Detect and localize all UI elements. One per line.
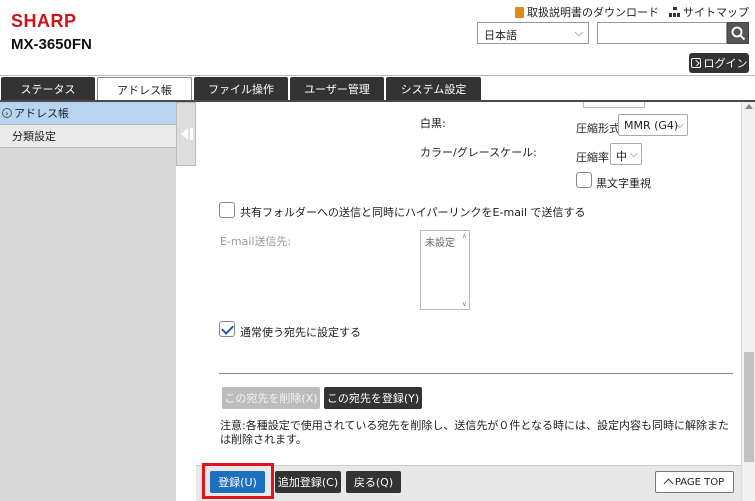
scroll-up-icon: ∧: [461, 232, 467, 240]
sharp-logo: SHARP: [11, 11, 77, 31]
email-dest-textarea[interactable]: 未設定 ∧ ∨: [420, 230, 470, 310]
note-text: 注意:各種設定で使用されている宛先を削除し、送信先が０件となる時には、設定内容も…: [220, 419, 730, 446]
sidebar-collapse-button[interactable]: [176, 102, 196, 166]
chevron-down-icon: ⌵: [574, 26, 583, 39]
main-scrollbar[interactable]: [741, 102, 755, 501]
email-dest-value: 未設定: [425, 238, 455, 249]
color-grayscale-label: カラー/グレースケール:: [420, 146, 537, 159]
sidebar-item-label: アドレス帳: [14, 107, 69, 120]
search-button[interactable]: [727, 22, 749, 44]
header: SHARP MX-3650FN 取扱説明書のダウンロード サイトマップ 日本語 …: [0, 0, 755, 76]
chevron-down-icon: ⌵: [629, 147, 638, 160]
search-input[interactable]: [597, 22, 727, 44]
page-top-label: PAGE TOP: [674, 476, 725, 488]
chevron-up-icon: [663, 478, 674, 489]
hyperlink-email-label: 共有フォルダーへの送信と同時にハイパーリンクをE-mail で送信する: [240, 206, 586, 219]
scroll-down-icon: ∨: [461, 300, 467, 308]
language-select[interactable]: 日本語 ⌵: [477, 22, 589, 44]
highlight-frame: [202, 463, 274, 499]
chevron-right-icon: ›: [2, 108, 12, 118]
scrollbar-thumb[interactable]: [744, 352, 754, 462]
hyperlink-email-checkbox[interactable]: [219, 202, 235, 218]
page-top-button[interactable]: PAGE TOP: [655, 471, 734, 493]
section-divider: [219, 373, 733, 374]
sidebar-item-label: 分類設定: [12, 130, 56, 143]
compression-ratio-select[interactable]: 中 ⌵: [610, 143, 642, 165]
login-label: ログイン: [703, 57, 748, 70]
compression-ratio-label: 圧縮率:: [576, 151, 613, 164]
tab-address-book[interactable]: アドレス帳: [97, 77, 192, 101]
sitemap-label: サイトマップ: [683, 6, 749, 19]
login-icon: [690, 58, 701, 68]
tab-user-management[interactable]: ユーザー管理: [290, 77, 384, 101]
compression-ratio-value: 中: [616, 150, 627, 163]
main-tabs: ステータス アドレス帳 ファイル操作 ユーザー管理 システム設定: [0, 77, 755, 101]
top-links: 取扱説明書のダウンロード サイトマップ: [515, 4, 749, 20]
black-text-checkbox[interactable]: [576, 172, 592, 188]
collapse-left-icon: [181, 128, 193, 140]
tab-system-settings[interactable]: システム設定: [386, 77, 481, 101]
manual-download-label: 取扱説明書のダウンロード: [527, 6, 659, 19]
book-icon: [515, 6, 524, 18]
sidebar: › アドレス帳 分類設定: [0, 102, 176, 501]
login-button[interactable]: ログイン: [689, 53, 749, 73]
sidebar-item-address-book[interactable]: › アドレス帳: [0, 102, 176, 125]
black-text-label: 黒文字重視: [596, 177, 651, 190]
manual-download-link[interactable]: 取扱説明書のダウンロード: [515, 4, 659, 20]
language-value: 日本語: [484, 29, 517, 42]
tab-status[interactable]: ステータス: [1, 77, 95, 101]
email-dest-label: E-mail送信先:: [220, 235, 292, 248]
sitemap-link[interactable]: サイトマップ: [669, 4, 749, 20]
search-icon: [731, 26, 746, 41]
back-button[interactable]: 戻る(Q): [346, 471, 401, 493]
compression-label: 圧縮形式:: [576, 122, 624, 135]
default-dest-label: 通常使う宛先に設定する: [240, 326, 361, 339]
scroll-up-arrow[interactable]: [745, 104, 753, 109]
sitemap-icon: [669, 7, 680, 17]
sidebar-item-category-settings[interactable]: 分類設定: [0, 125, 176, 148]
register-dest-button[interactable]: この宛先を登録(Y): [324, 387, 422, 409]
model-name: MX-3650FN: [11, 36, 92, 53]
compression-value: MMR (G4): [624, 119, 679, 132]
partial-field: [583, 102, 645, 108]
chevron-down-icon: ⌵: [675, 118, 684, 131]
tab-file-operation[interactable]: ファイル操作: [194, 77, 288, 101]
add-register-button[interactable]: 追加登録(C): [275, 471, 341, 493]
default-dest-checkbox[interactable]: [219, 321, 235, 337]
delete-dest-button[interactable]: この宛先を削除(X): [222, 387, 320, 409]
compression-select[interactable]: MMR (G4) ⌵: [618, 114, 688, 136]
bw-label: 白黒:: [420, 117, 446, 130]
